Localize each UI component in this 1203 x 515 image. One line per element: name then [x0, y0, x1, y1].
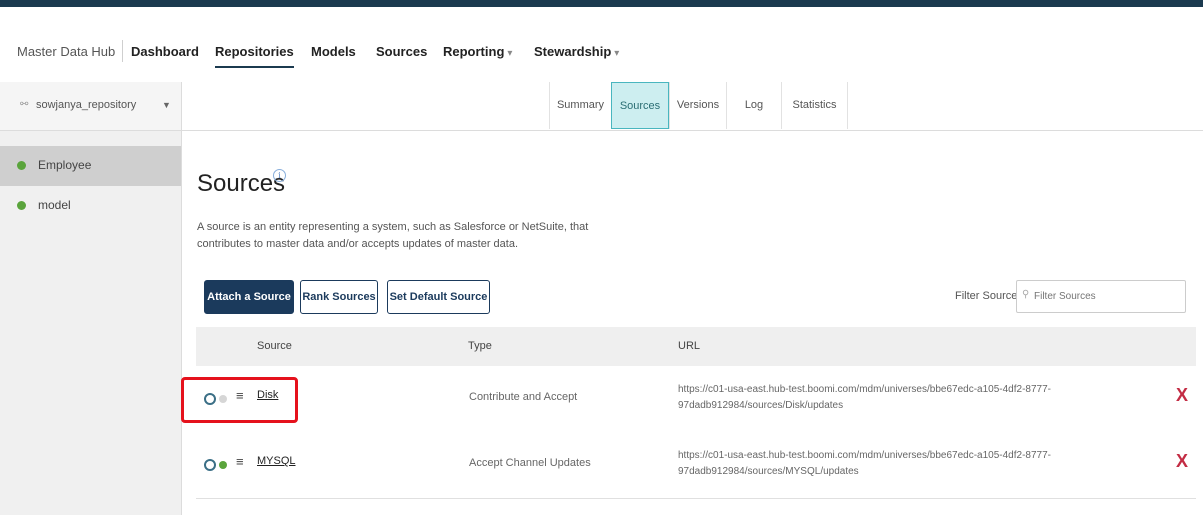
delete-icon[interactable]: X — [1176, 451, 1188, 472]
info-icon[interactable]: i — [273, 169, 286, 182]
nav-repositories[interactable]: Repositories — [215, 44, 294, 68]
set-default-source-button[interactable]: Set Default Source — [387, 280, 490, 314]
source-url: https://c01-usa-east.hub-test.boomi.com/… — [678, 384, 1051, 411]
table-row: ≡ MYSQL Accept Channel Updates https://c… — [196, 432, 1196, 499]
app-title: Master Data Hub — [17, 44, 116, 59]
top-accent-bar — [0, 0, 1203, 7]
page-description: A source is an entity representing a sys… — [197, 221, 589, 250]
search-icon: ⚲ — [1022, 289, 1030, 300]
nav-reporting-label: Reporting — [443, 44, 505, 59]
rank-sources-button[interactable]: Rank Sources — [300, 280, 378, 314]
sidebar-item-employee[interactable]: Employee — [0, 146, 181, 186]
tab-sources[interactable]: Sources — [611, 82, 669, 129]
tab-versions-label: Versions — [676, 99, 720, 111]
nav-models-label: Models — [311, 44, 356, 59]
column-header-url[interactable]: URL — [678, 340, 700, 352]
tab-log[interactable]: Log — [726, 82, 781, 129]
nav-stewardship-label: Stewardship — [534, 44, 612, 59]
nav-sources-label: Sources — [376, 44, 428, 59]
header: Master Data Hub Dashboard Repositories M… — [0, 7, 1203, 82]
tab-summary-label: Summary — [556, 99, 605, 111]
chevron-down-icon: ▼ — [162, 100, 171, 110]
tab-bar: Summary Sources Versions Log Statistics — [182, 82, 1203, 131]
filter-sources-input[interactable] — [1016, 280, 1186, 313]
header-divider — [122, 40, 123, 62]
tab-sources-label: Sources — [619, 100, 661, 112]
filter-label: Filter Sources — [955, 290, 1023, 302]
nav-repositories-label: Repositories — [215, 44, 294, 59]
status-dot-icon — [17, 161, 26, 170]
source-url: https://c01-usa-east.hub-test.boomi.com/… — [678, 450, 1051, 477]
tab-versions[interactable]: Versions — [669, 82, 726, 129]
drag-handle-icon[interactable]: ≡ — [236, 454, 244, 469]
repository-name: sowjanya_repository — [36, 99, 137, 111]
chevron-down-icon: ▾ — [614, 48, 620, 59]
source-type: Contribute and Accept — [469, 391, 578, 403]
sidebar-item-model[interactable]: model — [0, 186, 181, 226]
nav-models[interactable]: Models — [311, 44, 356, 59]
page-title: Sources — [197, 170, 286, 197]
source-type: Accept Channel Updates — [469, 457, 591, 469]
column-header-source[interactable]: Source — [257, 340, 292, 352]
source-name-link[interactable]: MYSQL — [257, 455, 296, 467]
tab-summary[interactable]: Summary — [549, 82, 611, 129]
table-row: ≡ Disk Contribute and Accept https://c01… — [196, 366, 1196, 433]
tab-statistics-label: Statistics — [792, 99, 837, 111]
sidebar-item-label: model — [38, 198, 71, 212]
drag-handle-icon[interactable]: ≡ — [236, 388, 244, 403]
status-dot-icon — [219, 461, 227, 469]
column-header-type[interactable]: Type — [468, 340, 492, 352]
toggle-icon[interactable] — [204, 459, 216, 471]
nav-stewardship[interactable]: Stewardship ▾ — [534, 44, 619, 59]
status-dot-icon — [219, 395, 227, 403]
source-name-link[interactable]: Disk — [257, 389, 278, 401]
nav-sources[interactable]: Sources — [376, 44, 427, 59]
chevron-down-icon: ▾ — [507, 48, 513, 59]
repository-select[interactable]: ⚯ sowjanya_repository ▼ — [0, 82, 181, 131]
delete-icon[interactable]: X — [1176, 385, 1188, 406]
sidebar-item-label: Employee — [38, 158, 92, 172]
status-dot-icon — [17, 201, 26, 210]
toggle-icon[interactable] — [204, 393, 216, 405]
nav-reporting[interactable]: Reporting ▾ — [443, 44, 512, 59]
tab-log-label: Log — [744, 99, 764, 111]
tab-statistics[interactable]: Statistics — [781, 82, 848, 129]
attach-source-button[interactable]: Attach a Source — [204, 280, 294, 314]
sidebar: ⚯ sowjanya_repository ▼ Employee model — [0, 82, 182, 515]
table-header: Source Type URL — [196, 327, 1196, 367]
lock-icon: ⚯ — [20, 99, 29, 110]
nav-dashboard[interactable]: Dashboard — [131, 44, 199, 59]
nav-dashboard-label: Dashboard — [131, 44, 199, 59]
